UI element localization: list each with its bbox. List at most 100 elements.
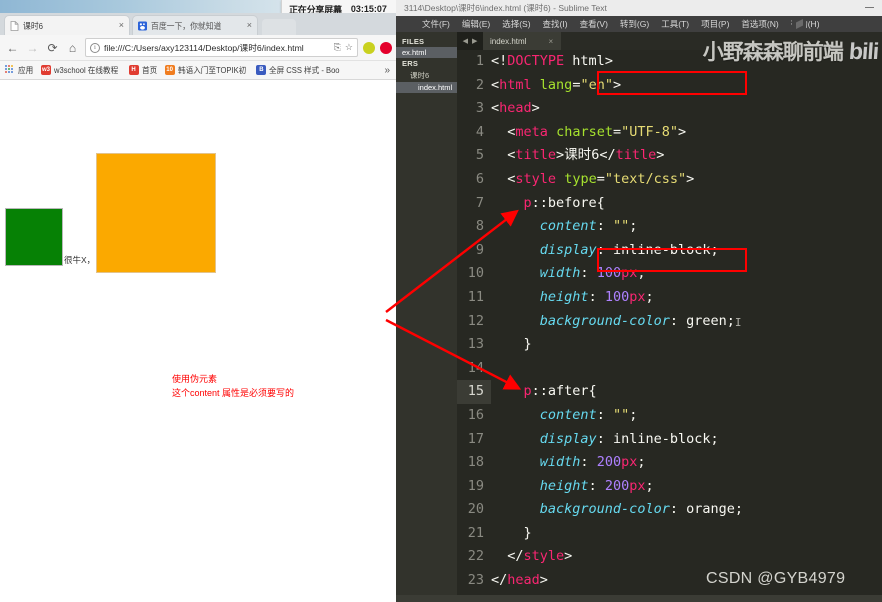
line-number-12: 12 [467,312,484,329]
code-line-9[interactable]: 9 display: inline-block; [457,239,882,263]
code-text-7: p::before{ [523,194,605,211]
page-icon [10,20,19,31]
code-text-15: p::after{ [523,383,597,400]
sublime-sidebar: FILES ex.html ERS 课时6 index.html [396,32,457,602]
back-button[interactable]: ← [5,40,20,55]
paragraph-text: 很牛X， [64,255,96,265]
bookmark-css[interactable]: B 全屏 CSS 样式 - Boo [256,65,343,76]
tab-scroll-arrows[interactable]: ◀ ▶ [457,32,483,50]
line-number-1: 1 [475,53,484,69]
sublime-menu-7[interactable]: 项目(P) [695,16,735,32]
sidebar-file-item[interactable]: ex.html [396,47,457,58]
browser-tab-1-close-icon[interactable]: × [247,21,252,30]
code-line-1[interactable]: 1 <!DOCTYPE html> [457,50,882,74]
sublime-menu-5[interactable]: 转到(G) [614,16,655,32]
cast-icon[interactable]: ⎘ [334,42,341,53]
bookmark-home[interactable]: H 首页 [128,65,158,76]
code-line-21[interactable]: 21 } [457,522,882,546]
code-line-11[interactable]: 11 height: 100px; [457,286,882,310]
code-line-8[interactable]: 8 content: ""; [457,215,882,239]
code-line-18[interactable]: 18 width: 200px; [457,451,882,475]
code-line-10[interactable]: 10 width: 100px; [457,262,882,286]
sublime-menu-bar: 文件(F) 编辑(E) 选择(S) 查找(I) 查看(V) 转到(G) 工具(T) 项目(P)… [396,16,882,32]
line-number-9: 9 [475,241,484,258]
code-line-12[interactable]: 12 background-color: green;I [457,310,882,334]
extension-icon-1[interactable] [363,41,375,54]
line-number-23: 23 [467,572,484,589]
browser-tab-1[interactable]: 百度一下，你就知道 × [132,15,258,35]
w3school-icon: w3 [41,65,51,75]
code-line-5[interactable]: 5 <title>课时6</title> [457,144,882,168]
bookmarks-overflow-button[interactable]: » [384,65,392,76]
code-line-22[interactable]: 22 </style> [457,545,882,569]
code-line-6[interactable]: 6 <style type="text/css"> [457,168,882,192]
sidebar-folder-file-index[interactable]: index.html [396,82,457,93]
sidebar-folder-item[interactable]: 课时6 [396,69,457,82]
topik-icon: 10 [164,65,175,75]
home-button[interactable]: ⌂ [65,40,80,55]
code-text-17: display: inline-block; [539,430,719,447]
line-number-20: 20 [467,501,484,518]
code-text-23: </head> [491,572,548,589]
line-number-7: 7 [475,194,484,211]
bookmark-apps[interactable]: 应用 [5,65,34,76]
code-text-6: <style type="text/css"> [507,170,695,187]
sublime-menu-0[interactable]: 文件(F) [416,16,456,32]
sublime-status-bar [396,595,882,602]
address-bar-url: file:///C:/Users/axy123114/Desktop/课时6/i… [104,43,304,53]
bookmark-star-icon[interactable]: ☆ [345,42,353,53]
code-line-15[interactable]: 15 p::after{ [457,380,882,404]
tab-prev-icon[interactable]: ◀ [463,37,468,45]
screen-root: 正在分享屏幕 03:15:07 甜心-1-6.....等8人正在观看 课时6 × [0,0,882,602]
code-line-23[interactable]: 23 </head> [457,569,882,593]
code-line-17[interactable]: 17 display: inline-block; [457,428,882,452]
sublime-menu-8[interactable]: 首选项(N) [735,16,784,32]
bookmark-w3school[interactable]: w3 w3school 在线教程 [41,65,122,76]
line-number-11: 11 [467,288,484,305]
sublime-tab-bar: ◀ ▶ index.html × [457,32,882,50]
line-number-13: 13 [467,336,484,353]
sublime-logo-icon [792,16,806,32]
sublime-menu-4[interactable]: 查看(V) [574,16,614,32]
code-text-2: <html lang="en"> [491,76,622,93]
code-line-4[interactable]: 4 <meta charset="UTF-8"> [457,121,882,145]
editor-tab-index-html[interactable]: index.html × [483,32,562,50]
bookmark-topik[interactable]: 10 韩语入门至TOPIK初 [164,65,250,76]
minimize-icon[interactable] [865,7,874,8]
line-number-17: 17 [467,430,484,447]
code-line-14[interactable]: 14 [457,357,882,381]
sublime-menu-6[interactable]: 工具(T) [655,16,695,32]
code-line-16[interactable]: 16 content: ""; [457,404,882,428]
tab-next-icon[interactable]: ▶ [472,37,477,45]
editor-tab-close-icon[interactable]: × [548,37,553,46]
line-number-3: 3 [475,100,484,117]
code-text-8: content: ""; [539,218,638,235]
browser-tab-0[interactable]: 课时6 × [4,15,130,35]
code-text-4: <meta charset="UTF-8"> [507,123,687,140]
code-line-3[interactable]: 3 <head> [457,97,882,121]
forward-button[interactable]: → [25,40,40,55]
sublime-menu-3[interactable]: 查找(I) [537,16,574,32]
line-number-18: 18 [467,454,484,471]
reload-button[interactable]: ⟳ [45,40,60,55]
sublime-text-window: 3114\Desktop\课时6\index.html (课时6) - Subl… [396,0,882,602]
new-tab-button[interactable] [262,19,296,35]
browser-toolbar: ← → ⟳ ⌂ i file:///C:/Users/axy123114/Des… [0,35,397,61]
extension-icon-2[interactable] [380,41,392,54]
sublime-title-text: 3114\Desktop\课时6\index.html (课时6) - Subl… [404,3,607,13]
rendered-page-content: 很牛X， 使用伪元素 这个content 属性是必须要写的 [0,80,397,602]
sublime-menu-2[interactable]: 选择(S) [496,16,536,32]
code-text-16: content: ""; [539,406,638,423]
code-line-7[interactable]: 7 p::before{ [457,192,882,216]
code-line-2[interactable]: 2 <html lang="en"> [457,74,882,98]
page-info-icon[interactable]: i [90,42,100,53]
sublime-menu-1[interactable]: 编辑(E) [456,16,496,32]
browser-tab-0-close-icon[interactable]: × [119,21,124,30]
code-line-19[interactable]: 19 height: 200px; [457,475,882,499]
code-editor[interactable]: 1 <!DOCTYPE html> 2 <html lang="en"> 3 <head>… [457,50,882,602]
address-bar[interactable]: i file:///C:/Users/axy123114/Desktop/课时6… [85,38,358,57]
code-line-20[interactable]: 20 background-color: orange; [457,498,882,522]
line-number-8: 8 [475,218,484,235]
code-line-13[interactable]: 13 } [457,333,882,357]
code-text-5: <title>课时6</title> [507,147,665,164]
